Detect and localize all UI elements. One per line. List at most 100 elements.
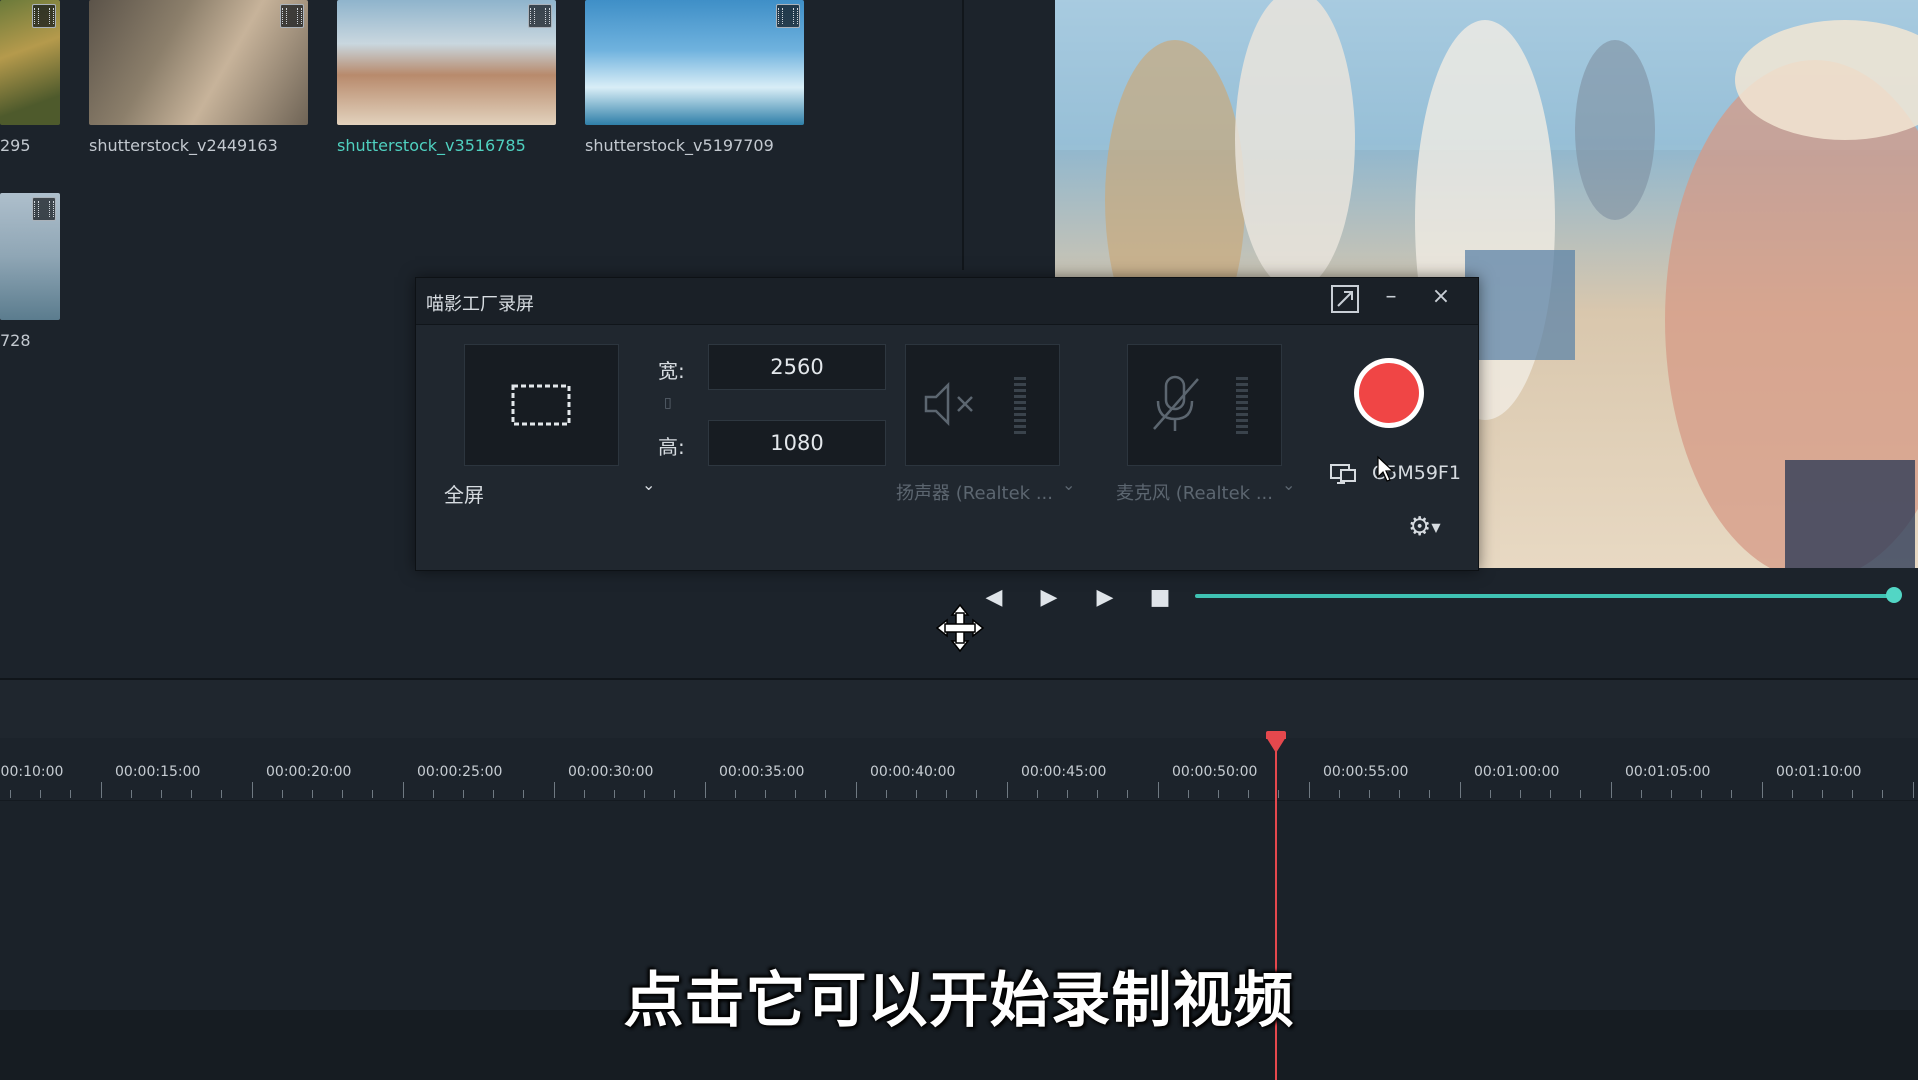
ruler-label: 00:01:00:00	[1474, 764, 1560, 780]
stop-button[interactable]: ■	[1145, 585, 1175, 611]
ruler-tick	[1278, 790, 1280, 798]
close-button[interactable]: ×	[1426, 284, 1456, 309]
speaker-panel[interactable]	[905, 344, 1060, 466]
chevron-down-icon[interactable]: ⌄	[1282, 475, 1295, 494]
media-thumb-2[interactable]	[89, 0, 308, 125]
ruler-label: 00:00:10:00	[0, 764, 64, 780]
ruler-tick	[1157, 782, 1159, 798]
media-thumb-4[interactable]	[585, 0, 804, 125]
media-caption-4: shutterstock_v5197709	[585, 136, 774, 155]
height-label: 高:	[658, 435, 685, 459]
microphone-muted-icon	[1153, 375, 1199, 431]
panel-divider[interactable]	[962, 0, 964, 270]
fullscreen-region-icon	[511, 384, 571, 426]
next-frame-button[interactable]: ▶	[1034, 585, 1064, 611]
ruler-tick	[1520, 790, 1521, 798]
ruler-label: 00:01:10:00	[1776, 764, 1862, 780]
ruler-tick	[70, 790, 72, 798]
film-icon	[32, 197, 56, 221]
ruler-tick	[1761, 782, 1763, 798]
ruler-tick	[734, 790, 736, 798]
ruler-tick	[765, 790, 766, 798]
ruler-tick	[1127, 790, 1129, 798]
ruler-tick	[644, 790, 646, 798]
ruler-tick	[1338, 790, 1340, 798]
ruler-tick	[432, 790, 434, 798]
ruler-tick	[281, 790, 283, 798]
ruler-tick	[1489, 790, 1491, 798]
ruler-tick	[1701, 790, 1703, 798]
media-thumb-3[interactable]	[337, 0, 556, 125]
ruler-tick	[40, 790, 42, 798]
ruler-tick	[1610, 782, 1612, 798]
media-thumb-5[interactable]	[0, 193, 60, 320]
screen-recorder-dialog: 喵影工厂录屏 – × 全屏 ⌄ 宽: 2560 ▯ 高: 1080 扬声器 (R…	[415, 277, 1479, 571]
ruler-tick	[1791, 790, 1793, 798]
ruler-tick	[1429, 790, 1431, 798]
region-mode-label[interactable]: 全屏	[444, 479, 484, 508]
minimize-button[interactable]: –	[1376, 284, 1406, 309]
ruler-tick	[795, 790, 797, 798]
ruler-tick	[1731, 790, 1733, 798]
ruler-tick	[1097, 790, 1099, 798]
link-aspect-icon[interactable]: ▯	[664, 395, 672, 411]
width-field[interactable]: 2560	[708, 344, 886, 390]
ruler-tick	[1459, 782, 1461, 798]
ruler-tick	[1671, 790, 1672, 798]
ruler-tick	[1369, 790, 1370, 798]
ruler-tick	[372, 790, 374, 798]
ruler-tick	[221, 790, 223, 798]
microphone-panel[interactable]	[1127, 344, 1282, 466]
chevron-down-icon[interactable]: ⌄	[642, 475, 655, 494]
expand-button[interactable]	[1328, 284, 1362, 318]
media-caption-1: 295	[0, 136, 31, 155]
media-thumb-1[interactable]	[0, 0, 60, 125]
ruler-tick	[1248, 790, 1250, 798]
ruler-tick	[402, 782, 404, 798]
ruler-tick	[523, 790, 525, 798]
ruler-label: 00:00:45:00	[1021, 764, 1107, 780]
timeline-toolbar	[0, 680, 1918, 738]
record-button[interactable]	[1354, 358, 1424, 428]
ruler-label: 00:01:05:00	[1625, 764, 1711, 780]
ruler-tick	[251, 782, 253, 798]
media-caption-2: shutterstock_v2449163	[89, 136, 278, 155]
ruler-label: 00:00:40:00	[870, 764, 956, 780]
ruler-tick	[614, 790, 615, 798]
ruler-tick	[493, 790, 495, 798]
preview-progress-knob[interactable]	[1886, 587, 1902, 603]
ruler-tick	[1187, 790, 1189, 798]
region-select-panel[interactable]	[464, 344, 619, 466]
ruler-tick	[312, 790, 313, 798]
height-field[interactable]: 1080	[708, 420, 886, 466]
dialog-titlebar[interactable]: 喵影工厂录屏 – ×	[416, 278, 1478, 325]
display-select-icon[interactable]	[1329, 461, 1359, 487]
timeline-ruler[interactable]: 00:00:10:00 00:00:15:00 00:00:20:00 00:0…	[0, 738, 1918, 801]
ruler-tick	[855, 782, 857, 798]
ruler-tick	[583, 790, 585, 798]
ruler-tick	[674, 790, 676, 798]
ruler-label: 00:00:35:00	[719, 764, 805, 780]
media-caption-3: shutterstock_v3516785	[337, 136, 526, 155]
ruler-tick	[1006, 782, 1008, 798]
ruler-tick	[100, 782, 102, 798]
speaker-level-meter	[1014, 377, 1026, 435]
speaker-device-label[interactable]: 扬声器 (Realtek ...	[896, 479, 1053, 505]
ruler-tick	[1912, 782, 1914, 798]
gear-icon[interactable]: ⚙▼	[1408, 512, 1441, 542]
chevron-down-icon[interactable]: ⌄	[1062, 475, 1075, 494]
film-icon	[776, 4, 800, 28]
video-subtitle: 点击它可以开始录制视频	[623, 966, 1295, 1036]
ruler-tick	[1580, 790, 1582, 798]
ruler-label: 00:00:15:00	[115, 764, 201, 780]
ruler-tick	[976, 790, 978, 798]
microphone-device-label[interactable]: 麦克风 (Realtek ...	[1116, 479, 1273, 505]
preview-progress-bar[interactable]	[1195, 594, 1895, 598]
dialog-title: 喵影工厂录屏	[426, 294, 534, 315]
play-button[interactable]: ▶	[1090, 585, 1120, 611]
ruler-tick	[1822, 790, 1823, 798]
ruler-tick	[1308, 782, 1310, 798]
ruler-tick	[1882, 790, 1884, 798]
ruler-tick	[161, 790, 162, 798]
ruler-tick	[1036, 790, 1038, 798]
